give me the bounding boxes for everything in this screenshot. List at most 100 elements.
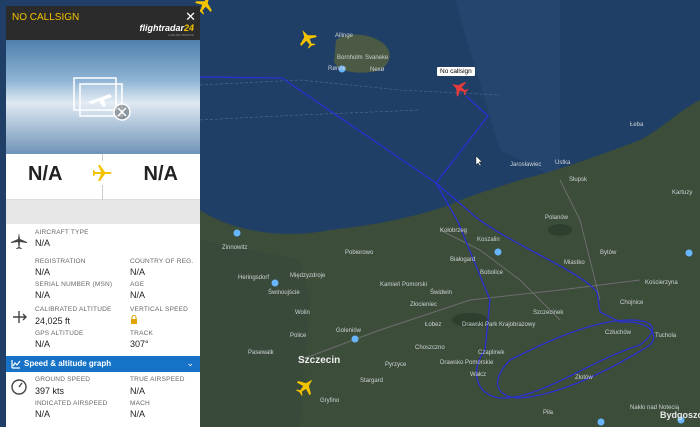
gps-altitude-label: GPS ALTITUDE [35,330,84,337]
place-label: Rønne [328,66,347,72]
place-label: Ustka [555,160,571,166]
place-label: Kołobrzeg [440,228,468,234]
cursor-icon [475,155,483,167]
indicated-airspeed-value: N/A [35,409,51,419]
no-photo-icon [73,77,131,121]
place-label: Złotów [575,375,593,381]
true-airspeed-label: TRUE AIRSPEED [130,376,185,383]
place-label: Białogard [450,257,476,263]
place-label: Zinnowitz [222,245,248,251]
place-label: Świdwin [430,290,453,296]
map-pin[interactable] [271,279,279,287]
ground-speed-label: GROUND SPEED [35,376,91,383]
flight-info-panel: NO CALLSIGN ✕ flightradar24 LIVE AIR TRA… [6,6,200,427]
gps-altitude-value: N/A [35,339,51,349]
place-label: Bytów [600,250,617,256]
track-label: TRACK [130,330,154,337]
place-label: Drawski Park Krajobrazowy [462,322,536,328]
chevron-down-icon: ⌄ [186,358,194,368]
calibrated-altitude-value: 24,025 ft [35,316,71,326]
airplane-icon [11,233,27,249]
serial-value: N/A [35,290,51,300]
map-pin[interactable] [233,229,241,237]
place-label: Tuchola [655,333,677,339]
aircraft-type-label: AIRCRAFT TYPE [35,229,89,236]
serial-label: SERIAL NUMBER (MSN) [35,281,113,288]
aircraft-info-section: AIRCRAFT TYPE N/A REGISTRATION N/A COUNT… [6,224,200,356]
destination-code[interactable]: N/A [144,163,178,186]
place-label: Wolin [295,310,310,316]
place-label: Choszczno [415,345,445,351]
sea-border [199,79,501,96]
map-pin[interactable] [685,249,693,257]
place-label: Heringsdorf [238,275,270,281]
place-label: Svaneke [365,55,389,61]
place-label: Szczecinek [533,310,564,316]
country-value: N/A [130,267,146,277]
place-label: Międzyzdroje [290,273,326,279]
place-label: Kamień Pomorski [380,282,428,288]
spacer [6,200,200,224]
true-airspeed-value: N/A [130,386,146,396]
place-label: Kościerzyna [645,280,678,286]
logo-tagline: LIVE AIR TRAFFIC [168,33,194,37]
registration-value: N/A [35,267,51,277]
place-label: Kartuzy [672,190,693,196]
map-pin[interactable] [597,418,605,426]
age-value: N/A [130,290,146,300]
map-pin[interactable] [351,335,359,343]
place-label: Chojnice [620,300,644,306]
place-label: Pobierowo [345,250,374,256]
callsign-title: NO CALLSIGN [12,12,80,23]
age-label: AGE [130,281,145,288]
graph-icon [11,360,21,369]
place-label: Bobolice [480,270,504,276]
origin-code[interactable]: N/A [28,163,62,186]
place-label: Słupsk [569,177,588,183]
place-label: Pyrzyce [385,362,407,368]
sea-border [199,109,421,121]
registration-label: REGISTRATION [35,258,86,265]
map-pin[interactable] [494,248,502,256]
place-label: Łobez [425,322,442,328]
flight-label[interactable]: No callsign [437,67,475,76]
ground-speed-value: 397 kts [35,386,65,396]
aircraft-icon[interactable] [295,26,320,51]
graph-label: Speed & altitude graph [24,359,112,368]
place-label: Nexø [370,67,385,73]
place-label: Szczecin [298,355,341,366]
aircraft-type-value: N/A [35,238,51,248]
mach-label: MACH [130,400,150,407]
place-label: Allinge [335,33,354,39]
place-label: Koszalin [477,237,500,243]
place-label: Piła [543,410,554,416]
indicated-airspeed-label: INDICATED AIRSPEED [35,400,108,407]
lake [548,224,572,236]
place-label: Jarosławiec [510,162,542,168]
vertical-speed-label: VERTICAL SPEED [130,306,189,313]
speed-altitude-graph-toggle[interactable]: Speed & altitude graph ⌄ [6,356,200,372]
night-shade [455,0,560,180]
place-label: Świnoujście [268,290,300,296]
place-label: Czaplinek [478,350,505,356]
route-box: N/A N/A [6,154,200,200]
mach-value: N/A [130,409,146,419]
place-label: Nakło nad Notecią [630,405,680,411]
selected-aircraft-icon[interactable] [448,77,471,99]
country-label: COUNTRY OF REG. [130,258,194,265]
track-value: 307° [130,339,149,349]
place-label: Polanów [545,215,569,221]
place-label: Miastko [564,260,585,266]
place-label: Goleniów [336,328,362,334]
flightradar24-logo: flightradar24 [139,23,194,33]
plane-icon [91,161,115,185]
calibrated-altitude-label: CALIBRATED ALTITUDE [35,306,112,313]
place-label: Pasewalk [248,350,274,356]
place-label: Łeba [630,122,644,128]
place-label: Stargard [360,378,384,384]
aircraft-photo-placeholder [6,40,200,154]
place-label: Drawsko Pomorskie [440,360,494,366]
place-label: Złocieniec [410,302,438,308]
speed-info-section: GROUND SPEED 397 kts TRUE AIRSPEED N/A I… [6,372,200,427]
place-label: Człuchów [605,330,632,336]
